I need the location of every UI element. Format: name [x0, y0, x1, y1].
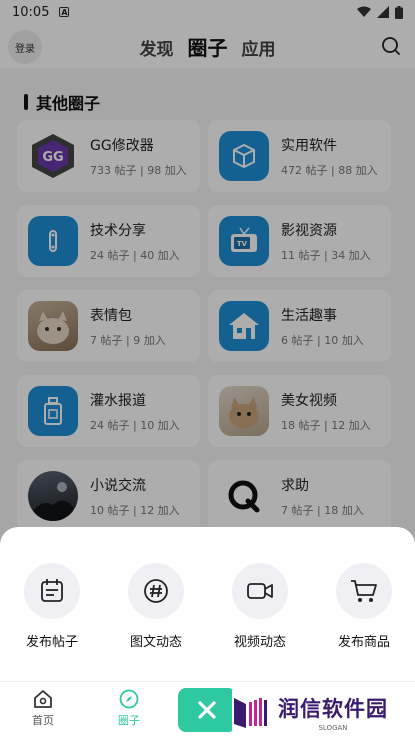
- watermark-subtitle: SLOGAN: [318, 723, 348, 732]
- nav-circles[interactable]: 圈子: [104, 688, 154, 728]
- shopping-cart-icon: [336, 563, 392, 619]
- nav-label: 圈子: [118, 714, 140, 727]
- nav-label: 首页: [32, 714, 54, 727]
- action-label: 发布帖子: [25, 635, 78, 650]
- compass-icon: [119, 689, 139, 709]
- action-sell-item[interactable]: 发布商品: [324, 563, 404, 650]
- action-label: 发布商品: [337, 635, 390, 650]
- watermark-logo-icon: [232, 694, 272, 730]
- calendar-post-icon: [24, 563, 80, 619]
- close-icon: [198, 701, 216, 719]
- action-post[interactable]: 发布帖子: [12, 563, 92, 650]
- action-label: 视频动态: [233, 635, 286, 650]
- nav-home[interactable]: 首页: [18, 688, 68, 728]
- hashtag-icon: [128, 563, 184, 619]
- close-sheet-button[interactable]: [178, 688, 236, 732]
- action-image-post[interactable]: 图文动态: [116, 563, 196, 650]
- site-watermark: 润信软件园 SLOGAN: [232, 690, 402, 734]
- video-camera-icon: [232, 563, 288, 619]
- home-icon: [34, 690, 52, 708]
- action-label: 图文动态: [129, 635, 182, 650]
- watermark-title: 润信软件园: [278, 696, 388, 721]
- action-video-post[interactable]: 视频动态: [220, 563, 300, 650]
